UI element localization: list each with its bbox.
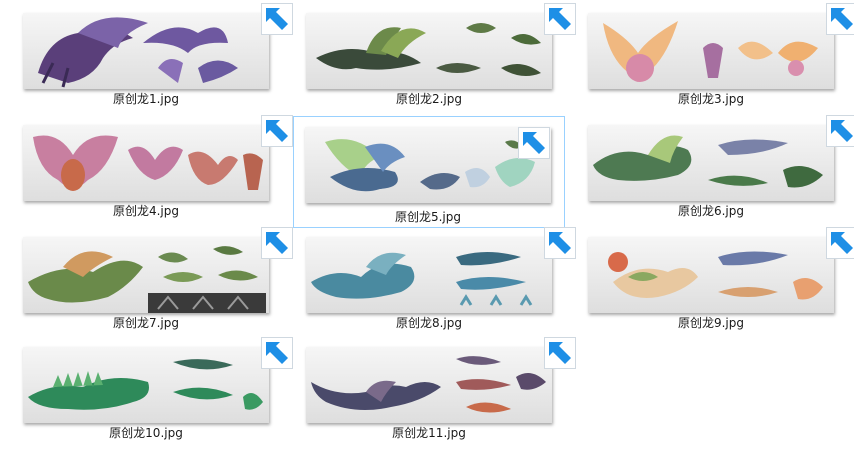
shortcut-arrow-icon (518, 127, 550, 159)
shortcut-arrow-icon (826, 3, 854, 35)
file-name-label: 原创龙5.jpg (394, 210, 462, 224)
thumbnail-image (588, 125, 834, 201)
thumbnail-image (306, 13, 552, 89)
shortcut-arrow-icon (261, 337, 293, 369)
file-name-label: 原创龙11.jpg (392, 426, 466, 440)
thumbnail-image (23, 237, 269, 313)
file-name-label: 原创龙2.jpg (395, 92, 463, 106)
shortcut-arrow-icon (826, 227, 854, 259)
thumbnail-image (23, 13, 269, 89)
shortcut-arrow-icon (261, 3, 293, 35)
thumbnail-image (306, 347, 552, 423)
file-tile-11[interactable]: 原创龙11.jpg (305, 336, 577, 448)
shortcut-arrow-icon (826, 115, 854, 147)
file-name-label: 原创龙7.jpg (112, 316, 180, 330)
file-tile-3[interactable]: 原创龙3.jpg (587, 2, 854, 114)
file-name-label: 原创龙1.jpg (112, 92, 180, 106)
thumbnail-image (588, 237, 834, 313)
shortcut-arrow-icon (261, 227, 293, 259)
shortcut-arrow-icon (261, 115, 293, 147)
thumbnail-image (23, 125, 269, 201)
thumbnail-image (23, 347, 269, 423)
file-tile-2[interactable]: 原创龙2.jpg (305, 2, 577, 114)
file-name-label: 原创龙6.jpg (677, 204, 745, 218)
thumbnail-image (305, 127, 551, 203)
file-name-label: 原创龙4.jpg (112, 204, 180, 218)
file-tile-8[interactable]: 原创龙8.jpg (305, 226, 577, 338)
thumbnail-image (306, 237, 552, 313)
file-tile-9[interactable]: 原创龙9.jpg (587, 226, 854, 338)
shortcut-arrow-icon (544, 337, 576, 369)
file-tile-4[interactable]: 原创龙4.jpg (22, 114, 294, 226)
file-tile-5[interactable]: 原创龙5.jpg (293, 116, 565, 228)
file-tile-7[interactable]: 原创龙7.jpg (22, 226, 294, 338)
thumbnail-image (588, 13, 834, 89)
file-name-label: 原创龙9.jpg (677, 316, 745, 330)
shortcut-arrow-icon (544, 3, 576, 35)
file-tile-10[interactable]: 原创龙10.jpg (22, 336, 294, 448)
file-name-label: 原创龙10.jpg (109, 426, 183, 440)
file-tile-1[interactable]: 原创龙1.jpg (22, 2, 294, 114)
file-tile-6[interactable]: 原创龙6.jpg (587, 114, 854, 226)
file-name-label: 原创龙3.jpg (677, 92, 745, 106)
shortcut-arrow-icon (544, 227, 576, 259)
file-name-label: 原创龙8.jpg (395, 316, 463, 330)
